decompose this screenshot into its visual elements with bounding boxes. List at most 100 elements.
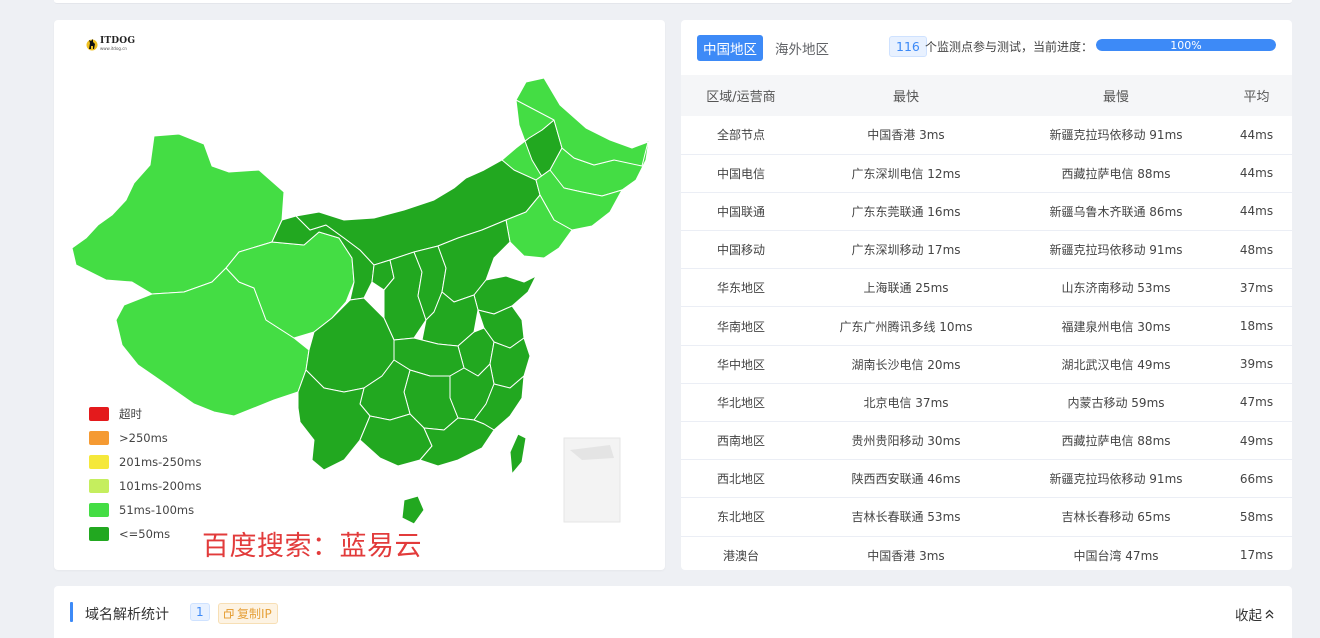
chevron-up-icon [1265, 609, 1274, 619]
table-row: 全部节点 中国香港 3ms 新疆克拉玛依移动 91ms 44ms [681, 116, 1292, 155]
cell-region: 西南地区 [716, 434, 765, 449]
cell-slowest: 新疆克拉玛依移动 91ms [1049, 243, 1183, 258]
cell-region: 中国电信 [716, 166, 765, 181]
copy-icon [224, 608, 234, 618]
cell-fastest: 广东深圳移动 17ms [851, 243, 961, 258]
monitor-progress-text: 个监测点参与测试，当前进度： [925, 40, 1094, 54]
cell-region: 华中地区 [716, 357, 765, 372]
copy-ip-button[interactable]: 复制IP [218, 603, 278, 624]
legend-swatch [89, 527, 109, 541]
cell-slowest: 内蒙古移动 59ms [1067, 395, 1165, 410]
legend-swatch [89, 479, 109, 493]
cell-region: 华北地区 [716, 395, 765, 410]
results-header: 中国地区 海外地区 116 个监测点参与测试，当前进度： 100% [681, 20, 1292, 75]
table-row: 东北地区 吉林长春联通 53ms 吉林长春移动 65ms 58ms [681, 498, 1292, 537]
table-row: 华南地区 广东广州腾讯多线 10ms 福建泉州电信 30ms 18ms [681, 307, 1292, 346]
collapse-button[interactable]: 收起 [1235, 604, 1274, 624]
cell-fastest: 广东东莞联通 16ms [851, 204, 961, 219]
cell-slowest: 山东济南移动 53ms [1061, 281, 1171, 296]
table-row: 华北地区 北京电信 37ms 内蒙古移动 59ms 47ms [681, 383, 1292, 422]
legend-item: 101ms-200ms [89, 474, 201, 498]
cell-region: 中国联通 [716, 204, 765, 219]
legend-label: >250ms [119, 431, 168, 445]
cell-fastest: 贵州贵阳移动 30ms [851, 434, 961, 449]
legend-label: 51ms-100ms [119, 503, 195, 517]
cell-average: 66ms [1239, 471, 1274, 486]
cell-average: 44ms [1239, 127, 1274, 142]
cell-fastest: 北京电信 37ms [863, 395, 949, 410]
cell-slowest: 中国台湾 47ms [1073, 548, 1159, 563]
dns-stats-title: 域名解析统计 [85, 607, 169, 623]
cell-slowest: 新疆克拉玛依移动 91ms [1049, 128, 1183, 143]
legend-item: 201ms-250ms [89, 450, 201, 474]
cell-region: 西北地区 [716, 472, 765, 487]
cell-fastest: 中国香港 3ms [867, 128, 945, 143]
dns-stats-card: 域名解析统计 1 复制IP 收起 [54, 586, 1292, 638]
cell-average: 47ms [1239, 395, 1274, 410]
cell-fastest: 广东深圳电信 12ms [851, 166, 961, 181]
legend-item: 超时 [89, 402, 201, 426]
tab-overseas[interactable]: 海外地区 [769, 35, 835, 61]
cell-region: 中国移动 [716, 243, 765, 258]
cell-fastest: 陕西西安联通 46ms [851, 472, 961, 487]
cell-average: 17ms [1239, 548, 1274, 563]
dns-count-badge: 1 [190, 603, 210, 621]
column-header-fastest[interactable]: 最快 [801, 75, 1011, 116]
cell-average: 37ms [1239, 280, 1274, 295]
cell-fastest: 湖南长沙电信 20ms [851, 357, 961, 372]
cell-fastest: 上海联通 25ms [863, 281, 949, 296]
cell-average: 44ms [1239, 166, 1274, 181]
cell-average: 44ms [1239, 204, 1274, 219]
legend-swatch [89, 407, 109, 421]
legend-label: 101ms-200ms [119, 479, 202, 493]
cell-slowest: 新疆克拉玛依移动 91ms [1049, 472, 1183, 487]
table-row: 西北地区 陕西西安联通 46ms 新疆克拉玛依移动 91ms 66ms [681, 460, 1292, 498]
tab-china[interactable]: 中国地区 [697, 34, 763, 61]
cell-slowest: 西藏拉萨电信 88ms [1061, 434, 1171, 449]
cell-region: 华东地区 [716, 281, 765, 296]
results-table: 区域/运营商 最快 最慢 平均 全部节点 中国香港 3ms 新疆克拉玛依移动 91m… [681, 75, 1292, 570]
copy-ip-label: 复制IP [237, 607, 272, 621]
column-header-average[interactable]: 平均 [1221, 75, 1292, 116]
cell-region: 东北地区 [716, 510, 765, 525]
cell-average: 49ms [1239, 433, 1274, 448]
cell-slowest: 福建泉州电信 30ms [1061, 319, 1171, 334]
map-card: ITDOG www.itdog.cn 超时 >250ms 201ms-250ms… [54, 20, 665, 570]
region-hainan [401, 495, 425, 525]
table-row: 中国联通 广东东莞联通 16ms 新疆乌鲁木齐联通 86ms 44ms [681, 192, 1292, 231]
top-card-edge [54, 0, 1292, 4]
legend-item: <=50ms [89, 522, 201, 546]
collapse-label: 收起 [1235, 608, 1262, 624]
progress-fill: 100% [1096, 39, 1276, 51]
legend-item: >250ms [89, 426, 201, 450]
table-row: 中国移动 广东深圳移动 17ms 新疆克拉玛依移动 91ms 48ms [681, 231, 1292, 269]
legend-swatch [89, 503, 109, 517]
progress-bar: 100% [1096, 39, 1276, 51]
table-header-row: 区域/运营商 最快 最慢 平均 [681, 75, 1292, 116]
cell-slowest: 吉林长春移动 65ms [1061, 510, 1171, 525]
legend-label: <=50ms [119, 527, 171, 541]
legend-swatch [89, 455, 109, 469]
section-accent-bar [70, 602, 73, 622]
cell-fastest: 广东广州腾讯多线 10ms [839, 319, 973, 334]
cell-average: 18ms [1239, 319, 1274, 334]
column-header-region[interactable]: 区域/运营商 [681, 75, 801, 116]
table-row: 港澳台 中国香港 3ms 中国台湾 47ms 17ms [681, 536, 1292, 570]
table-row: 中国电信 广东深圳电信 12ms 西藏拉萨电信 88ms 44ms [681, 154, 1292, 193]
cell-average: 48ms [1239, 242, 1274, 257]
cell-average: 39ms [1239, 357, 1274, 372]
results-card: 中国地区 海外地区 116 个监测点参与测试，当前进度： 100% 区域/运营商… [681, 20, 1292, 570]
table-row: 华东地区 上海联通 25ms 山东济南移动 53ms 37ms [681, 269, 1292, 307]
region-taiwan [509, 433, 527, 475]
legend-label: 超时 [119, 407, 142, 421]
column-header-slowest[interactable]: 最慢 [1011, 75, 1221, 116]
cell-fastest: 吉林长春联通 53ms [851, 510, 961, 525]
cell-region: 华南地区 [716, 319, 765, 334]
legend-label: 201ms-250ms [119, 455, 202, 469]
cell-region: 全部节点 [716, 128, 765, 143]
cell-slowest: 湖北武汉电信 49ms [1061, 357, 1171, 372]
monitor-count-badge: 116 [889, 36, 927, 57]
table-row: 华中地区 湖南长沙电信 20ms 湖北武汉电信 49ms 39ms [681, 345, 1292, 384]
cell-region: 港澳台 [722, 548, 759, 563]
legend-item: 51ms-100ms [89, 498, 201, 522]
